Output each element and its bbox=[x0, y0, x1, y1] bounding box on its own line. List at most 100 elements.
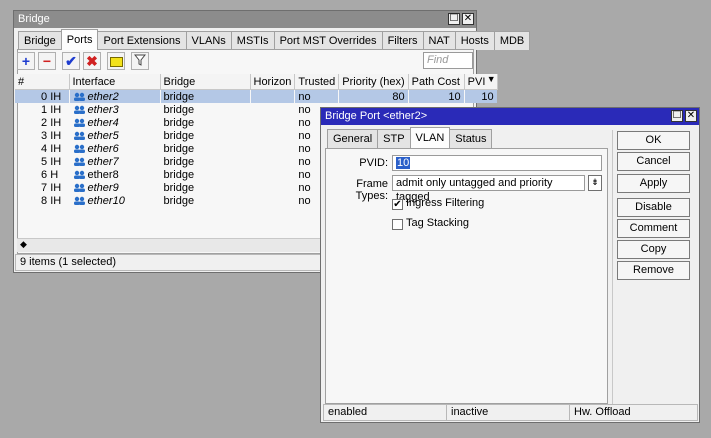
interface-icon bbox=[73, 105, 85, 114]
comment-button[interactable]: Comment bbox=[617, 219, 690, 238]
tab-stp[interactable]: STP bbox=[377, 129, 411, 148]
cell-horizon bbox=[250, 129, 295, 142]
cell-num: 1 IH bbox=[41, 103, 62, 116]
checkmark-icon: ✔ bbox=[393, 199, 402, 210]
table-header: # Interface Bridge Horizon Trusted Prior… bbox=[15, 74, 498, 90]
close-icon[interactable]: ✕ bbox=[685, 110, 697, 122]
ingress-filtering-checkbox[interactable]: ✔ bbox=[392, 199, 403, 210]
cell-horizon bbox=[250, 89, 295, 103]
cell-num: 2 IH bbox=[41, 116, 62, 129]
interface-icon bbox=[73, 170, 85, 179]
remove-button[interactable]: − bbox=[38, 52, 56, 70]
interface-icon bbox=[73, 92, 85, 101]
tab-mdb[interactable]: MDB bbox=[493, 31, 531, 50]
cell-bridge: bridge bbox=[160, 89, 250, 103]
tab-port-mst-overrides[interactable]: Port MST Overrides bbox=[273, 31, 383, 50]
tab-nat[interactable]: NAT bbox=[422, 31, 456, 50]
cell-horizon bbox=[250, 116, 295, 129]
cell-interface: ether7 bbox=[69, 155, 160, 168]
cell-bridge: bridge bbox=[163, 129, 195, 142]
frame-types-label: Frame Types: bbox=[355, 178, 388, 202]
cell-trusted: no bbox=[294, 89, 339, 103]
tab-bridge[interactable]: Bridge bbox=[18, 31, 62, 50]
ingress-filtering-label: Ingress Filtering bbox=[406, 197, 485, 209]
cell-interface: ether2 bbox=[69, 89, 160, 103]
port-status-hw-offload: Hw. Offload bbox=[569, 404, 698, 421]
ok-button[interactable]: OK bbox=[617, 131, 690, 150]
col-header-interface[interactable]: Interface bbox=[69, 74, 161, 90]
col-header-horizon[interactable]: Horizon bbox=[250, 74, 296, 90]
maximize-icon[interactable]: ☐ bbox=[448, 13, 460, 25]
cell-horizon bbox=[250, 181, 295, 194]
tag-stacking-label: Tag Stacking bbox=[406, 217, 469, 229]
cell-interface: ether6 bbox=[69, 142, 160, 155]
bridge-titlebar[interactable]: Bridge ☐ ✕ bbox=[14, 11, 476, 28]
frame-types-select[interactable]: admit only untagged and priority tagged bbox=[392, 175, 585, 203]
col-header-num[interactable]: # bbox=[15, 74, 70, 90]
remove-button[interactable]: Remove bbox=[617, 261, 690, 280]
cell-num: 0 IH bbox=[15, 89, 69, 103]
cell-horizon bbox=[250, 168, 295, 181]
cell-interface: ether8 bbox=[69, 168, 160, 181]
disable-button[interactable]: Disable bbox=[617, 198, 690, 217]
cell-horizon bbox=[250, 155, 295, 168]
apply-button[interactable]: Apply bbox=[617, 174, 690, 193]
comment-button[interactable] bbox=[107, 52, 125, 70]
tab-general[interactable]: General bbox=[327, 129, 379, 148]
cell-bridge: bridge bbox=[163, 181, 195, 194]
tab-filters[interactable]: Filters bbox=[381, 31, 424, 50]
item-count: 9 items (1 selected) bbox=[20, 256, 116, 268]
column-menu-icon[interactable]: ▼ bbox=[487, 74, 496, 84]
tab-port-extensions[interactable]: Port Extensions bbox=[97, 31, 187, 50]
cell-horizon bbox=[250, 103, 295, 116]
col-header-pvid[interactable]: PVI ▼ bbox=[464, 74, 498, 90]
tab-status[interactable]: Status bbox=[449, 129, 493, 148]
comment-icon bbox=[109, 57, 123, 67]
enable-button[interactable]: ✔ bbox=[62, 52, 80, 70]
copy-button[interactable]: Copy bbox=[617, 240, 690, 259]
cancel-button[interactable]: Cancel bbox=[617, 152, 690, 171]
tab-vlans[interactable]: VLANs bbox=[185, 31, 232, 50]
maximize-icon[interactable]: ☐ bbox=[671, 110, 683, 122]
col-header-trusted[interactable]: Trusted bbox=[294, 74, 340, 90]
col-header-path-cost[interactable]: Path Cost bbox=[408, 74, 465, 90]
add-button[interactable]: + bbox=[17, 52, 35, 70]
filter-button[interactable] bbox=[131, 52, 149, 70]
tab-vlan[interactable]: VLAN bbox=[409, 127, 451, 148]
tag-stacking-checkbox[interactable] bbox=[392, 219, 403, 230]
find-input[interactable]: Find bbox=[423, 52, 473, 69]
interface-icon bbox=[73, 131, 85, 140]
cell-num: 7 IH bbox=[41, 181, 62, 194]
bridge-status-bar: 9 items (1 selected) bbox=[15, 254, 322, 271]
cell-bridge: bridge bbox=[163, 168, 195, 181]
disable-button[interactable]: ✖ bbox=[83, 52, 101, 70]
scroll-left-icon[interactable]: ◆ bbox=[20, 239, 27, 250]
cell-num: 5 IH bbox=[41, 155, 62, 168]
table-row[interactable]: 0 IH ether2 bridge no 80 10 10 bbox=[15, 89, 498, 103]
port-window-title: Bridge Port <ether2> bbox=[325, 110, 428, 122]
cell-horizon bbox=[250, 194, 295, 207]
interface-icon bbox=[73, 196, 85, 205]
enable-icon: ✔ bbox=[65, 53, 77, 69]
pvid-input[interactable]: 10 bbox=[392, 155, 602, 171]
cell-horizon bbox=[250, 142, 295, 155]
pvid-value: 10 bbox=[396, 157, 411, 169]
tab-ports[interactable]: Ports bbox=[60, 29, 99, 50]
interface-icon bbox=[73, 144, 85, 153]
add-icon: + bbox=[21, 53, 31, 69]
horizontal-scrollbar[interactable]: ◆ bbox=[17, 238, 322, 252]
cell-bridge: bridge bbox=[163, 116, 195, 129]
pvid-label: PVID: bbox=[359, 157, 388, 169]
cell-bridge: bridge bbox=[163, 142, 195, 155]
col-header-priority[interactable]: Priority (hex) bbox=[338, 74, 409, 90]
tab-mstis[interactable]: MSTIs bbox=[230, 31, 275, 50]
port-titlebar[interactable]: Bridge Port <ether2> ☐ ✕ bbox=[321, 108, 699, 125]
cell-priority: 80 bbox=[338, 89, 409, 103]
tab-hosts[interactable]: Hosts bbox=[454, 31, 495, 50]
disable-icon: ✖ bbox=[86, 53, 98, 69]
cell-interface: ether10 bbox=[69, 194, 160, 207]
col-header-bridge[interactable]: Bridge bbox=[160, 74, 251, 90]
remove-icon: − bbox=[42, 53, 52, 69]
close-icon[interactable]: ✕ bbox=[462, 13, 474, 25]
frame-types-dropdown-button[interactable]: ⇟ bbox=[588, 175, 602, 191]
